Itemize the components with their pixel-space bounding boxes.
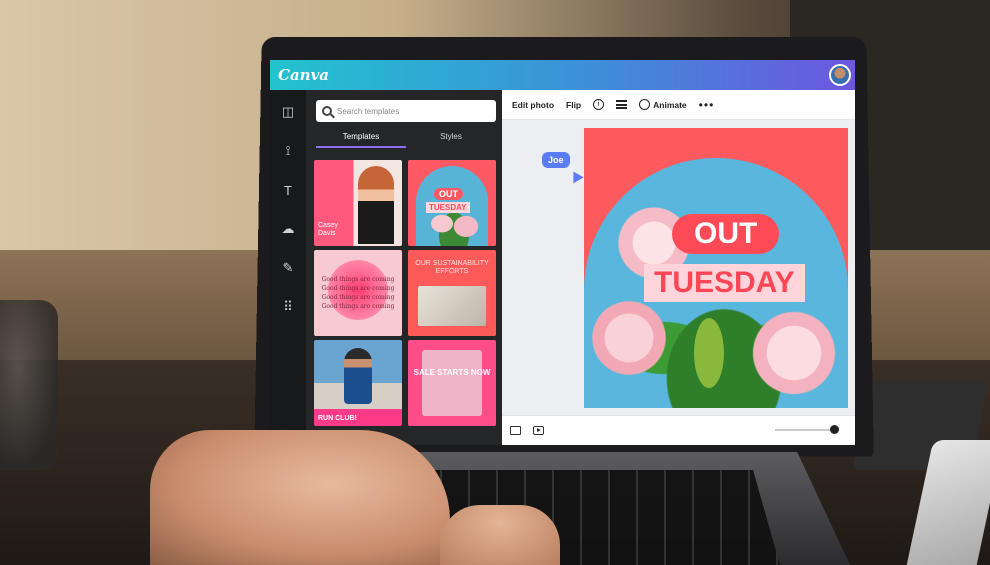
animate-button[interactable]: Animate [639, 99, 687, 110]
editor-toolbar: Edit photo Flip i Animate ••• [502, 90, 855, 120]
search-input[interactable] [337, 106, 487, 116]
template-text: RUN CLUB! [318, 415, 357, 422]
template-runner-image [344, 348, 372, 404]
search-box[interactable] [316, 100, 496, 122]
position-lines-icon[interactable] [616, 100, 628, 109]
layout-icon[interactable]: ◫ [278, 102, 298, 122]
animate-icon [639, 99, 651, 110]
flip-button[interactable]: Flip [566, 100, 581, 110]
template-card[interactable]: RUN CLUB! [314, 340, 402, 426]
design-lily-bud [694, 318, 724, 388]
template-card[interactable]: OUT TUESDAY [408, 160, 496, 246]
template-text: TUESDAY [426, 202, 470, 213]
laptop-screen: Canva ◫ ⟟ T ☁ ✎ ⠿ Templates Styles Casey… [270, 60, 855, 445]
design-lily-flower [584, 298, 674, 378]
templates-panel: Templates Styles Casey Davis OUT TUESDAY… [306, 90, 502, 445]
design-lily-flower [744, 308, 844, 398]
info-icon[interactable]: i [593, 99, 605, 110]
template-card[interactable]: Casey Davis [314, 160, 402, 246]
text-icon[interactable]: T [278, 180, 298, 200]
template-text: SALE STARTS NOW [413, 368, 491, 377]
search-icon [322, 106, 332, 116]
notes-icon[interactable] [510, 426, 521, 435]
more-options-icon[interactable]: ••• [699, 98, 715, 112]
edit-photo-button[interactable]: Edit photo [512, 100, 554, 110]
canvas-area: OUT TUESDAY Joe [502, 120, 855, 445]
template-text: Good things are coming Good things are c… [321, 276, 395, 310]
template-person-image [358, 166, 394, 244]
draw-icon[interactable]: ✎ [278, 258, 298, 278]
shapes-icon[interactable]: ⟟ [278, 141, 298, 161]
top-bar: Canva [270, 60, 855, 90]
present-icon[interactable] [533, 426, 544, 435]
template-text: OUT [434, 188, 463, 200]
collaborator-cursor-icon [568, 168, 584, 184]
design-headline-tuesday[interactable]: TUESDAY [644, 264, 805, 302]
template-card[interactable]: OUR SUSTAINABILITY EFFORTS [408, 250, 496, 336]
user-avatar[interactable] [829, 64, 851, 86]
template-grid: Casey Davis OUT TUESDAY Good things are … [314, 160, 498, 426]
zoom-slider[interactable] [775, 429, 835, 431]
hand [150, 430, 450, 565]
upload-cloud-icon[interactable]: ☁ [278, 219, 298, 239]
apps-grid-icon[interactable]: ⠿ [278, 297, 298, 317]
design-headline-out[interactable]: OUT [672, 214, 780, 254]
animate-label: Animate [653, 99, 687, 110]
panel-tabs: Templates Styles [316, 130, 496, 148]
tab-styles[interactable]: Styles [406, 130, 496, 148]
design-page[interactable]: OUT TUESDAY [584, 128, 848, 408]
mug [0, 300, 58, 470]
template-product-image [418, 286, 486, 326]
tab-templates[interactable]: Templates [316, 130, 406, 148]
bottom-bar [502, 415, 855, 445]
hand-fingers [440, 505, 560, 565]
template-card[interactable]: SALE STARTS NOW [408, 340, 496, 426]
template-card[interactable]: Good things are coming Good things are c… [314, 250, 402, 336]
collaborator-cursor-label: Joe [542, 152, 570, 168]
template-text: OUR SUSTAINABILITY EFFORTS [415, 260, 489, 275]
canva-logo[interactable]: Canva [278, 66, 329, 84]
zoom-slider-handle[interactable] [830, 425, 839, 434]
template-inner-card [422, 350, 482, 416]
left-rail: ◫ ⟟ T ☁ ✎ ⠿ [270, 90, 306, 445]
template-text: Casey Davis [318, 222, 338, 237]
